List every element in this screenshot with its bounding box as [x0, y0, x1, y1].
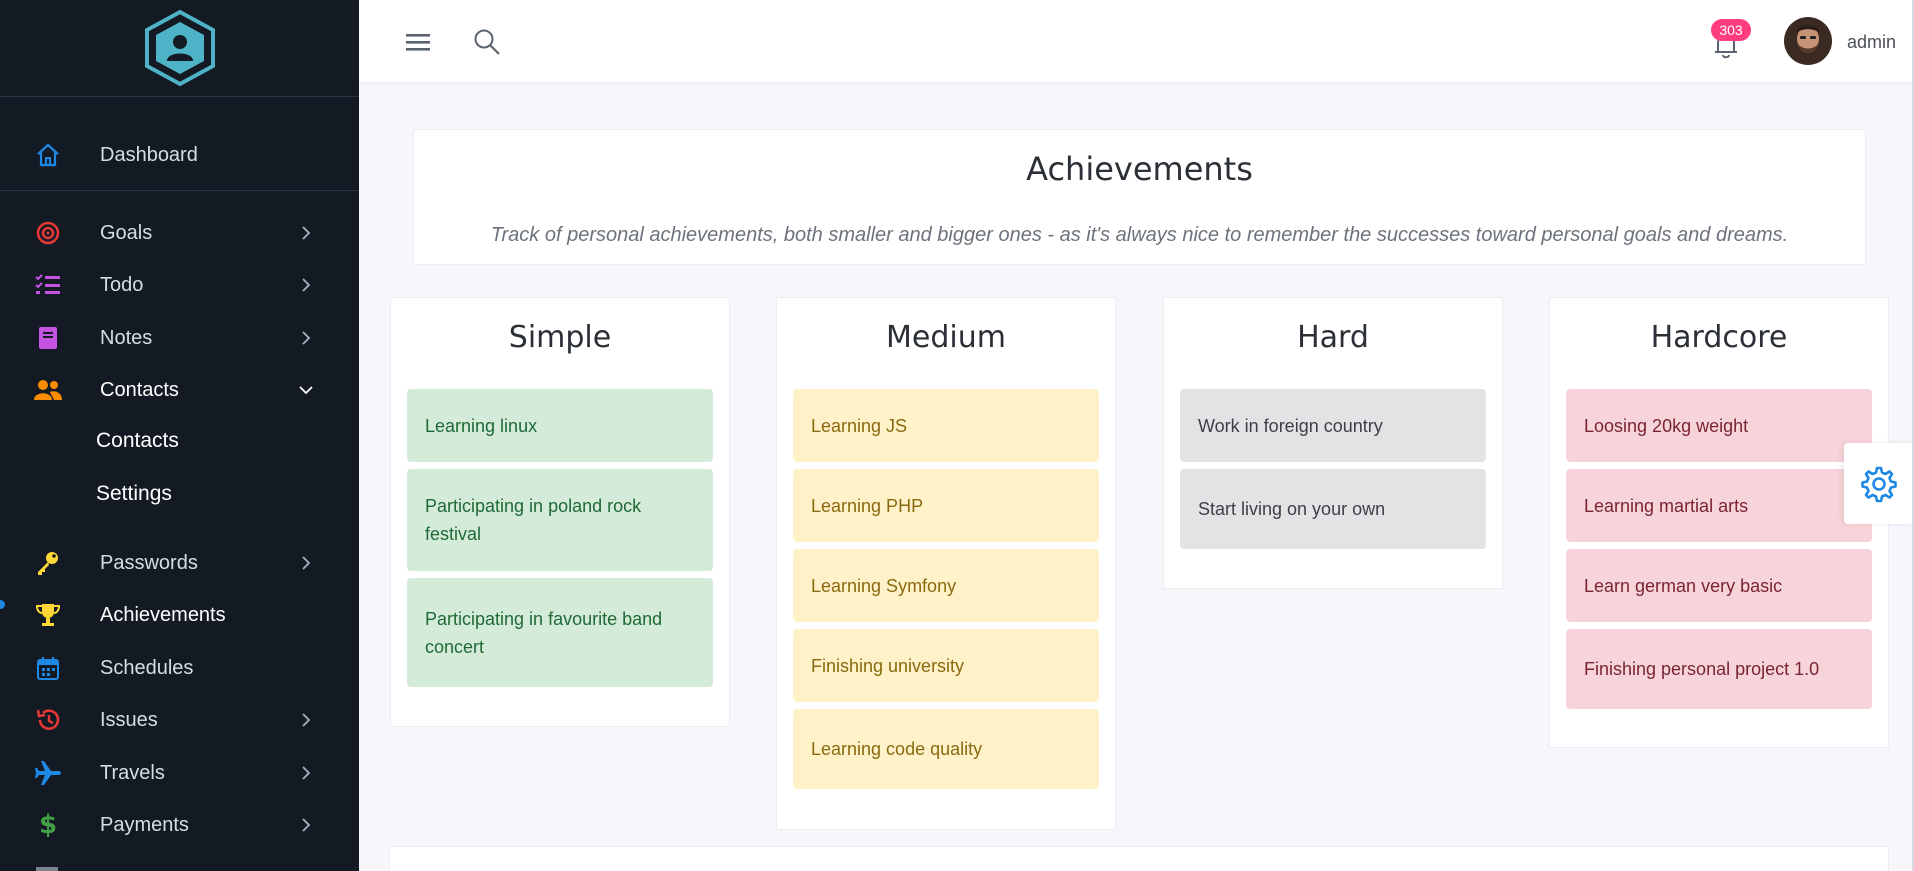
plane-icon [34, 759, 62, 787]
page-header-card: Achievements Track of personal achieveme… [413, 129, 1866, 265]
column-hardcore: Hardcore Loosing 20kg weight Learning ma… [1549, 297, 1889, 748]
achievement-item[interactable]: Loosing 20kg weight [1566, 389, 1872, 462]
avatar[interactable] [1784, 17, 1832, 65]
gear-icon [1861, 466, 1897, 502]
sidebar-subitem-settings[interactable]: Settings [96, 482, 172, 506]
cart-icon [34, 862, 62, 871]
sidebar-item-label: Payments [100, 813, 189, 836]
sidebar-item-contacts[interactable]: Contacts [0, 370, 359, 410]
column-title: Simple [508, 320, 612, 355]
sidebar-item-achievements[interactable]: Achievements [0, 595, 359, 635]
sidebar: Dashboard Goals Todo Notes Contacts Cont… [0, 0, 359, 871]
achievement-item[interactable]: Learning JS [793, 389, 1099, 462]
chevron-right-icon [296, 328, 316, 348]
sidebar-item-label: Dashboard [100, 143, 198, 166]
column-medium: Medium Learning JS Learning PHP Learning… [776, 297, 1116, 830]
chevron-right-icon [296, 710, 316, 730]
bottom-card [389, 846, 1889, 871]
sidebar-item-travels[interactable]: Travels [0, 753, 359, 793]
column-simple: Simple Learning linux Participating in p… [390, 297, 730, 727]
sidebar-item-payments[interactable]: $ Payments [0, 805, 359, 845]
achievement-item[interactable]: Learning linux [407, 389, 713, 462]
achievement-item[interactable]: Work in foreign country [1180, 389, 1486, 462]
notebook-icon [34, 324, 62, 352]
topbar: 303 admin [359, 0, 1914, 82]
page-title: Achievements [1026, 150, 1253, 188]
sidebar-item-label: Goals [100, 221, 153, 244]
home-icon [34, 141, 62, 169]
achievement-item[interactable]: Learning code quality [793, 709, 1099, 789]
achievement-item[interactable]: Participating in poland rock festival [407, 469, 713, 571]
history-icon [34, 706, 62, 734]
column-hard: Hard Work in foreign country Start livin… [1163, 297, 1503, 589]
users-icon [34, 376, 62, 404]
sidebar-item-schedules[interactable]: Schedules [0, 648, 359, 688]
dollar-icon: $ [38, 810, 58, 840]
achievement-item[interactable]: Learning Symfony [793, 549, 1099, 622]
sidebar-item-label: Travels [100, 761, 165, 784]
calendar-icon [34, 654, 62, 682]
target-icon [34, 219, 62, 247]
sidebar-item-dashboard[interactable]: Dashboard [0, 135, 359, 175]
sidebar-item-label: Issues [100, 708, 158, 731]
column-title: Medium [886, 320, 1006, 355]
achievement-item[interactable]: Learning PHP [793, 469, 1099, 542]
chevron-right-icon [296, 275, 316, 295]
hamburger-icon[interactable] [403, 27, 433, 57]
app-logo[interactable] [0, 0, 359, 97]
trophy-icon [34, 601, 62, 629]
divider [0, 190, 359, 191]
achievement-item[interactable]: Learn german very basic [1566, 549, 1872, 622]
sidebar-item-label: Notes [100, 326, 153, 349]
chevron-right-icon [296, 223, 316, 243]
sidebar-item-issues[interactable]: Issues [0, 700, 359, 740]
sidebar-item-label: Achievements [100, 603, 226, 626]
sidebar-item-label: Todo [100, 273, 144, 296]
achievement-item[interactable]: Finishing university [793, 629, 1099, 702]
search-icon[interactable] [472, 27, 502, 57]
chevron-right-icon [296, 553, 316, 573]
chevron-down-icon [296, 380, 316, 400]
sidebar-subitem-contacts[interactable]: Contacts [96, 429, 179, 453]
chevron-right-icon [296, 815, 316, 835]
sidebar-item-goals[interactable]: Goals [0, 213, 359, 253]
sidebar-item-notes[interactable]: Notes [0, 318, 359, 358]
sidebar-item-label: Passwords [100, 551, 198, 574]
achievement-item[interactable]: Finishing personal project 1.0 [1566, 629, 1872, 709]
notification-badge: 303 [1711, 19, 1751, 41]
sidebar-item-label: Contacts [100, 378, 179, 401]
username[interactable]: admin [1847, 32, 1896, 53]
achievement-item[interactable]: Participating in favourite band concert [407, 578, 713, 687]
sidebar-item-todo[interactable]: Todo [0, 265, 359, 305]
sidebar-item-label: Schedules [100, 656, 194, 679]
chevron-right-icon [296, 763, 316, 783]
achievement-item[interactable]: Start living on your own [1180, 469, 1486, 549]
user-hexagon-logo-icon [144, 9, 215, 87]
column-title: Hardcore [1650, 320, 1788, 355]
settings-toggle[interactable] [1844, 443, 1914, 524]
checklist-icon [34, 271, 62, 299]
key-icon [34, 549, 62, 577]
page-subtitle: Track of personal achievements, both sma… [490, 224, 1789, 246]
achievement-item[interactable]: Learning martial arts [1566, 469, 1872, 542]
column-title: Hard [1297, 320, 1369, 355]
sidebar-item-passwords[interactable]: Passwords [0, 543, 359, 583]
